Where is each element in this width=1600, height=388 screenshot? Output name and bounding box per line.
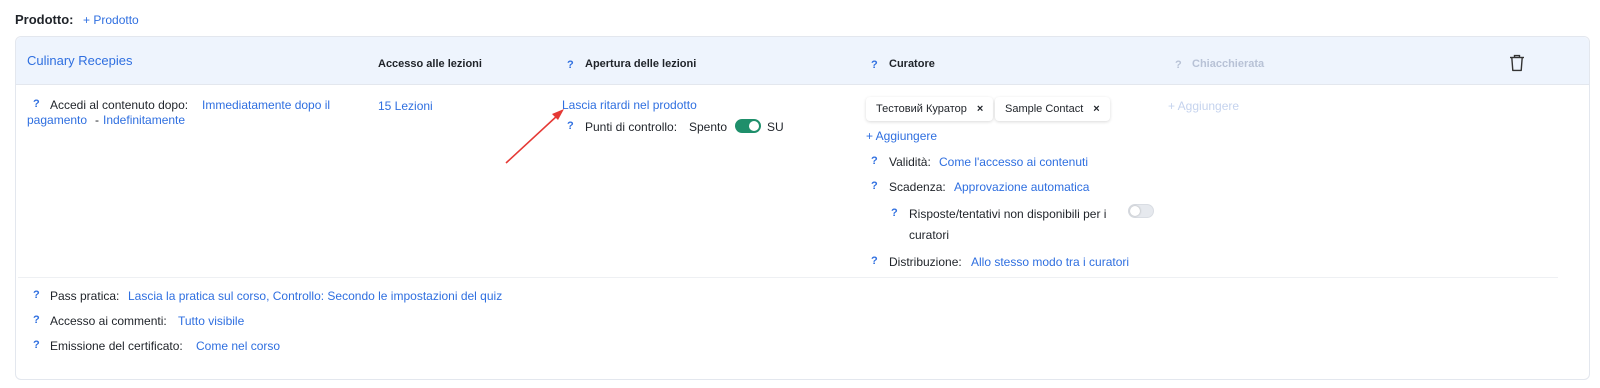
deadline-value[interactable]: Approvazione automatica [954,180,1089,194]
card-header [16,37,1589,85]
help-icon-chat[interactable]: ? [1175,59,1182,71]
column-access-header: Accesso alle lezioni [378,58,482,70]
close-icon[interactable]: × [1093,103,1099,115]
access-after-value[interactable]: Immediatamente dopo il [202,98,330,112]
add-curator-link[interactable]: + Aggiungere [866,129,937,143]
help-icon-curator[interactable]: ? [871,59,878,71]
certificate-label: Emissione del certificato: [50,339,183,353]
checkpoints-off-label: Spento [689,120,728,134]
comments-value[interactable]: Tutto visibile [178,314,244,328]
access-after-value-cont[interactable]: pagamento [27,113,87,127]
answers-label: Risposte/tentativi non disponibili per i [909,207,1107,221]
curator-chip-label: Тестовий Куратор [876,103,967,115]
help-icon-answers[interactable]: ? [891,207,898,219]
answers-toggle[interactable] [1128,204,1154,218]
close-icon[interactable]: × [977,103,983,115]
curator-chip: Тестовий Куратор × [866,97,994,121]
help-icon-distribution[interactable]: ? [871,255,878,267]
help-icon-opening[interactable]: ? [567,59,574,71]
help-icon-validity[interactable]: ? [871,155,878,167]
column-curator-header: Curatore [889,58,935,70]
product-name-link[interactable]: Culinary Recepies [27,53,133,68]
red-arrow-annotation [505,109,564,164]
checkpoints-label: Punti di controllo: [585,120,678,134]
section-divider [18,277,1558,278]
checkpoints-on-label: SU [767,120,784,134]
validity-value[interactable]: Come l'accesso ai contenuti [939,155,1088,169]
column-opening-header: Apertura delle lezioni [585,58,697,70]
access-after-label: Accedi al contenuto dopo: [50,98,189,112]
lessons-count-link[interactable]: 15 Lezioni [378,99,433,113]
practice-label: Pass pratica: [50,289,120,303]
distribution-label: Distribuzione: [889,255,962,269]
practice-value[interactable]: Lascia la pratica sul corso, Controllo: … [128,289,502,303]
help-icon-access-after[interactable]: ? [33,98,40,110]
trash-icon[interactable] [1509,54,1525,72]
help-icon-comments[interactable]: ? [33,314,40,326]
add-product-link[interactable]: + Prodotto [83,13,139,27]
curator-chip: Sample Contact × [995,97,1110,121]
product-label: Prodotto: [15,12,74,27]
leave-delays-link[interactable]: Lascia ritardi nel prodotto [562,98,697,112]
product-card [15,36,1590,380]
help-icon-certificate[interactable]: ? [33,339,40,351]
comments-label: Accesso ai commenti: [50,314,167,328]
answers-label-cont: curatori [909,228,950,242]
checkpoints-toggle[interactable] [735,119,761,133]
help-icon-practice[interactable]: ? [33,289,40,301]
distribution-value[interactable]: Allo stesso modo tra i curatori [971,255,1129,269]
certificate-value[interactable]: Come nel corso [196,339,280,353]
add-chat-link[interactable]: + Aggiungere [1168,99,1239,113]
column-chat-header: Chiacchierata [1192,58,1265,70]
help-icon-deadline[interactable]: ? [871,180,878,192]
deadline-label: Scadenza: [889,180,946,194]
access-separator: - [95,113,99,127]
curator-chip-label: Sample Contact [1005,103,1084,115]
access-duration-value[interactable]: Indefinitamente [103,113,185,127]
validity-label: Validità: [889,155,931,169]
